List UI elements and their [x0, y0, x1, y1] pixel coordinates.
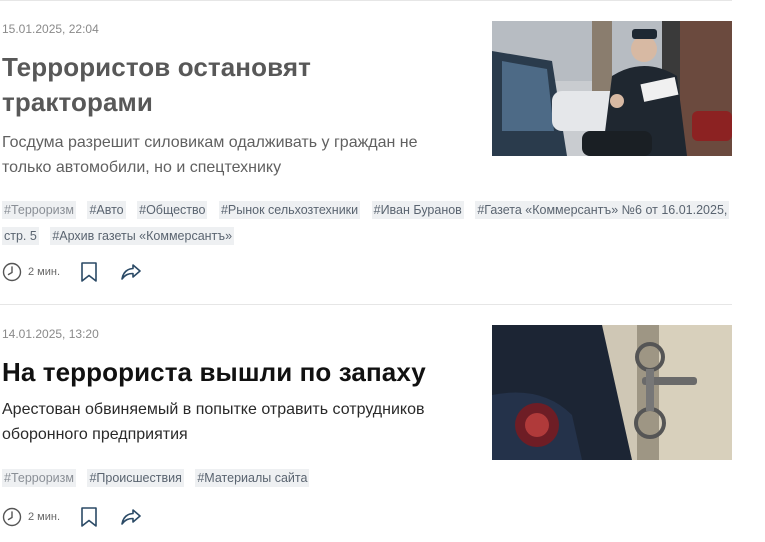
tag-link[interactable]: #Терроризм [2, 469, 76, 487]
tag-link[interactable]: #Архив газеты «Коммерсантъ» [50, 227, 235, 245]
article-title-line: Террористов остановят [2, 52, 311, 82]
article-date: 15.01.2025, 22:04 [2, 22, 99, 36]
read-time: 2 мин. [28, 511, 61, 523]
article-tags: #Терроризм #Происшествия #Материалы сайт… [2, 465, 732, 491]
article-card: 14.01.2025, 13:20 На террориста вышли по… [0, 305, 732, 542]
clock-icon [2, 507, 22, 527]
tag-link[interactable]: #Терроризм [2, 201, 76, 219]
article-tags: #Терроризм #Авто #Общество #Рынок сельхо… [2, 197, 732, 249]
tag-link[interactable]: #Происшествия [87, 469, 184, 487]
article-meta: 2 мин. [2, 260, 162, 284]
read-time: 2 мин. [28, 266, 61, 278]
bookmark-icon[interactable] [78, 506, 100, 528]
article-card: 15.01.2025, 22:04 Террористов остановят … [0, 0, 732, 304]
article-title[interactable]: На террориста вышли по запаху [2, 355, 472, 390]
clock-icon [2, 262, 22, 282]
tag-link[interactable]: #Иван Буранов [371, 201, 464, 219]
article-image[interactable] [492, 325, 732, 460]
bookmark-icon[interactable] [78, 261, 100, 283]
article-title-line: тракторами [2, 87, 153, 117]
article-date: 14.01.2025, 13:20 [2, 327, 99, 341]
article-lead-line: Госдума разрешит силовикам одалживать у … [2, 134, 418, 151]
handcuffs-photo [492, 325, 732, 460]
article-lead-line: оборонного предприятия [2, 426, 188, 443]
article-lead: Арестован обвиняемый в попытке отравить … [2, 397, 472, 447]
article-lead: Госдума разрешит силовикам одалживать у … [2, 130, 472, 180]
police-officer-photo [492, 21, 732, 156]
share-icon[interactable] [120, 506, 142, 528]
tag-link[interactable]: #Рынок сельхозтехники [218, 201, 361, 219]
article-image[interactable] [492, 21, 732, 156]
tag-link[interactable]: #Авто [87, 201, 126, 219]
article-lead-line: только автомобили, но и спецтехнику [2, 159, 282, 176]
tag-link[interactable]: #Общество [137, 201, 208, 219]
tag-link[interactable]: #Материалы сайта [195, 469, 310, 487]
share-icon[interactable] [120, 261, 142, 283]
article-meta: 2 мин. [2, 505, 162, 529]
article-title-line: На террориста вышли по запаху [2, 357, 426, 387]
article-lead-line: Арестован обвиняемый в попытке отравить … [2, 401, 425, 418]
article-title[interactable]: Террористов остановят тракторами [2, 50, 472, 120]
